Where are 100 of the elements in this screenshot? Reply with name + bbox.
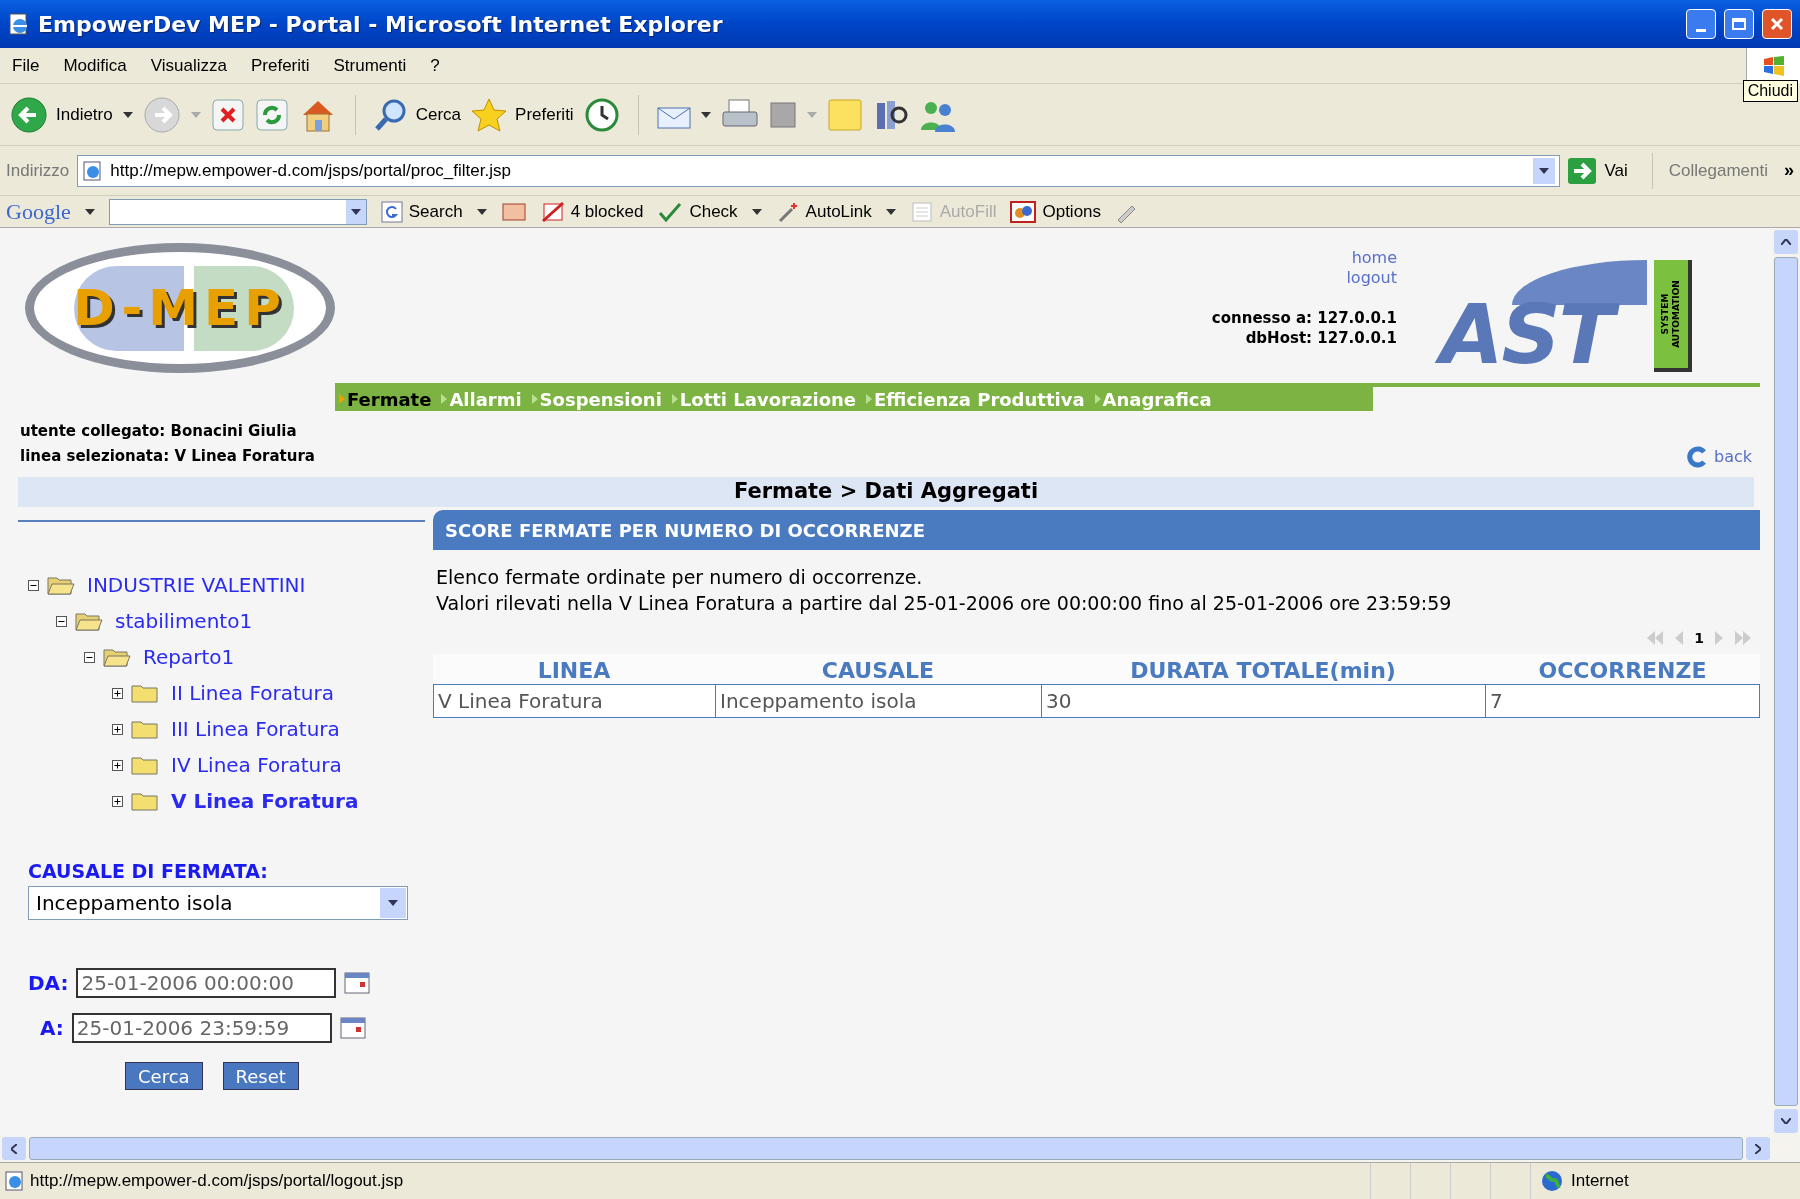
dropdown-caret-icon[interactable] bbox=[350, 208, 361, 215]
menu-item[interactable]: ? bbox=[418, 52, 452, 79]
date-field[interactable]: 25-01-2006 23:59:59 bbox=[71, 1012, 332, 1043]
open-folder-icon bbox=[103, 646, 131, 668]
dropdown-caret-icon[interactable] bbox=[700, 111, 711, 118]
folder-icon bbox=[131, 754, 159, 776]
tree-item[interactable]: Reparto1 bbox=[103, 642, 235, 672]
calendar-icon[interactable] bbox=[339, 1016, 366, 1039]
google-logo: Google bbox=[6, 200, 71, 223]
menu-item[interactable]: Modifica bbox=[51, 52, 139, 79]
minimize-button[interactable] bbox=[1686, 9, 1716, 39]
history-icon[interactable] bbox=[583, 96, 620, 133]
vertical-scrollbar[interactable] bbox=[1772, 228, 1800, 1135]
user-info-text: utente collegato: Bonacini Giulia bbox=[20, 421, 298, 442]
scroll-left-icon bbox=[11, 1143, 17, 1154]
table-cell-text: 7 bbox=[1489, 688, 1504, 715]
breadcrumb: Fermate > Dati Aggregati bbox=[733, 478, 1039, 506]
dropdown-caret-icon[interactable] bbox=[84, 208, 95, 215]
folder-icon bbox=[131, 790, 159, 812]
causale-dropdown[interactable]: Inceppamento isola bbox=[28, 885, 408, 920]
dropdown-caret-icon[interactable] bbox=[751, 208, 762, 215]
expand-icon[interactable] bbox=[112, 795, 123, 807]
table-cell: V Linea Foratura bbox=[434, 685, 716, 717]
form-button[interactable]: Reset bbox=[222, 1061, 299, 1090]
tree-item[interactable]: III Linea Foratura bbox=[131, 714, 340, 744]
column-header: LINEA bbox=[536, 657, 612, 684]
header-link[interactable]: home bbox=[1351, 248, 1397, 268]
stop-icon[interactable] bbox=[210, 97, 245, 132]
horizontal-scrollbar[interactable] bbox=[0, 1135, 1800, 1162]
tree-item[interactable]: IV Linea Foratura bbox=[131, 750, 342, 780]
description-text: Valori rilevati nella V Linea Foratura a partire dal 25-01-2006 ore 00:00:00 fino al 25-01-2006 ore 23:59:59 bbox=[436, 591, 1453, 616]
collapse-icon[interactable] bbox=[28, 579, 39, 591]
expand-icon[interactable] bbox=[112, 687, 123, 699]
close-icon bbox=[1770, 17, 1784, 31]
folder-icon bbox=[131, 718, 159, 740]
menu-item[interactable]: Visualizza bbox=[138, 52, 239, 79]
back-curve-icon bbox=[1685, 446, 1708, 468]
go-button[interactable]: Vai bbox=[1568, 157, 1644, 184]
dropdown-caret-icon[interactable] bbox=[388, 899, 398, 906]
scroll-down-icon bbox=[1781, 1118, 1791, 1124]
collapse-icon[interactable] bbox=[84, 651, 95, 663]
back-button[interactable]: Indietro bbox=[10, 95, 113, 134]
calendar-icon[interactable] bbox=[344, 971, 371, 994]
chevron-icon bbox=[671, 394, 678, 404]
close-button[interactable] bbox=[1762, 9, 1792, 39]
search-icon bbox=[373, 97, 408, 132]
globe-icon[interactable] bbox=[1541, 1170, 1563, 1192]
page-icon bbox=[82, 160, 103, 181]
folder-icon bbox=[131, 682, 159, 704]
links-button[interactable]: Collegamenti bbox=[1660, 157, 1776, 184]
search-button[interactable]: Search bbox=[380, 198, 463, 225]
maximize-button[interactable] bbox=[1724, 9, 1754, 39]
address-field[interactable]: http://mepw.empower-d.com/jsps/portal/proc_filter.jsp bbox=[77, 154, 1561, 187]
scroll-right-icon bbox=[1755, 1143, 1761, 1154]
menu-item[interactable]: Strumenti bbox=[321, 52, 419, 79]
back-link[interactable]: back bbox=[1685, 445, 1752, 469]
page-icon[interactable] bbox=[4, 1171, 24, 1191]
tree-item[interactable]: V Linea Foratura bbox=[131, 786, 359, 816]
browser-page-icon bbox=[8, 13, 30, 35]
tree-item[interactable]: stabilimento1 bbox=[75, 606, 253, 636]
menu-item[interactable]: Preferiti bbox=[238, 52, 322, 79]
more-chevron[interactable]: » bbox=[1784, 157, 1794, 184]
page-number: 1 bbox=[1694, 628, 1704, 648]
chevron-icon bbox=[1094, 394, 1101, 404]
expand-icon[interactable] bbox=[112, 759, 123, 771]
window-title: EmpowerDev MEP - Portal - Microsoft Internet Explorer bbox=[38, 10, 723, 39]
expand-icon[interactable] bbox=[112, 723, 123, 735]
dropdown-caret-icon[interactable] bbox=[885, 208, 896, 215]
form-button[interactable]: Cerca bbox=[125, 1061, 203, 1090]
open-folder-icon bbox=[75, 610, 103, 632]
dropdown-caret-icon[interactable] bbox=[1539, 167, 1550, 174]
spell-check-button[interactable]: Check bbox=[657, 198, 738, 225]
zone-text: Internet bbox=[1571, 1170, 1629, 1193]
d-mep-logo: D-MEP bbox=[25, 243, 335, 373]
column-header: DURATA TOTALE(min) bbox=[1129, 657, 1397, 684]
nav-link[interactable]: Fermate bbox=[339, 385, 432, 413]
column-header: OCCORRENZE bbox=[1537, 657, 1708, 684]
blocked-icon bbox=[540, 200, 565, 223]
form-icon bbox=[909, 200, 934, 223]
address-label: Indirizzo bbox=[6, 159, 70, 182]
date-field[interactable]: 25-01-2006 00:00:00 bbox=[76, 967, 337, 998]
favorites-button[interactable]: Preferiti bbox=[471, 97, 574, 132]
autolink-button[interactable]: AutoLink bbox=[775, 198, 872, 225]
scroll-up-icon bbox=[1781, 239, 1791, 245]
tree-item[interactable]: II Linea Foratura bbox=[131, 678, 334, 708]
options-button[interactable]: Options bbox=[1010, 198, 1102, 225]
collapse-icon[interactable] bbox=[56, 615, 67, 627]
connection-info: dbHost: 127.0.0.1 bbox=[1245, 328, 1397, 348]
popup-blocker-button[interactable]: 4 blocked bbox=[540, 198, 644, 225]
tree-item[interactable]: INDUSTRIE VALENTINI bbox=[47, 570, 306, 600]
dropdown-caret-icon[interactable] bbox=[122, 111, 133, 118]
chevron-icon bbox=[441, 394, 448, 404]
search-button[interactable]: Cerca bbox=[373, 97, 462, 132]
menu-item[interactable]: File bbox=[0, 52, 52, 79]
description-text: Elenco fermate ordinate per numero di occorrenze. bbox=[436, 565, 924, 590]
dropdown-caret-icon[interactable] bbox=[476, 208, 487, 215]
header-link[interactable]: logout bbox=[1346, 268, 1397, 288]
chevron-icon bbox=[531, 394, 538, 404]
chevron-icon bbox=[866, 394, 873, 404]
refresh-icon[interactable] bbox=[254, 97, 289, 132]
